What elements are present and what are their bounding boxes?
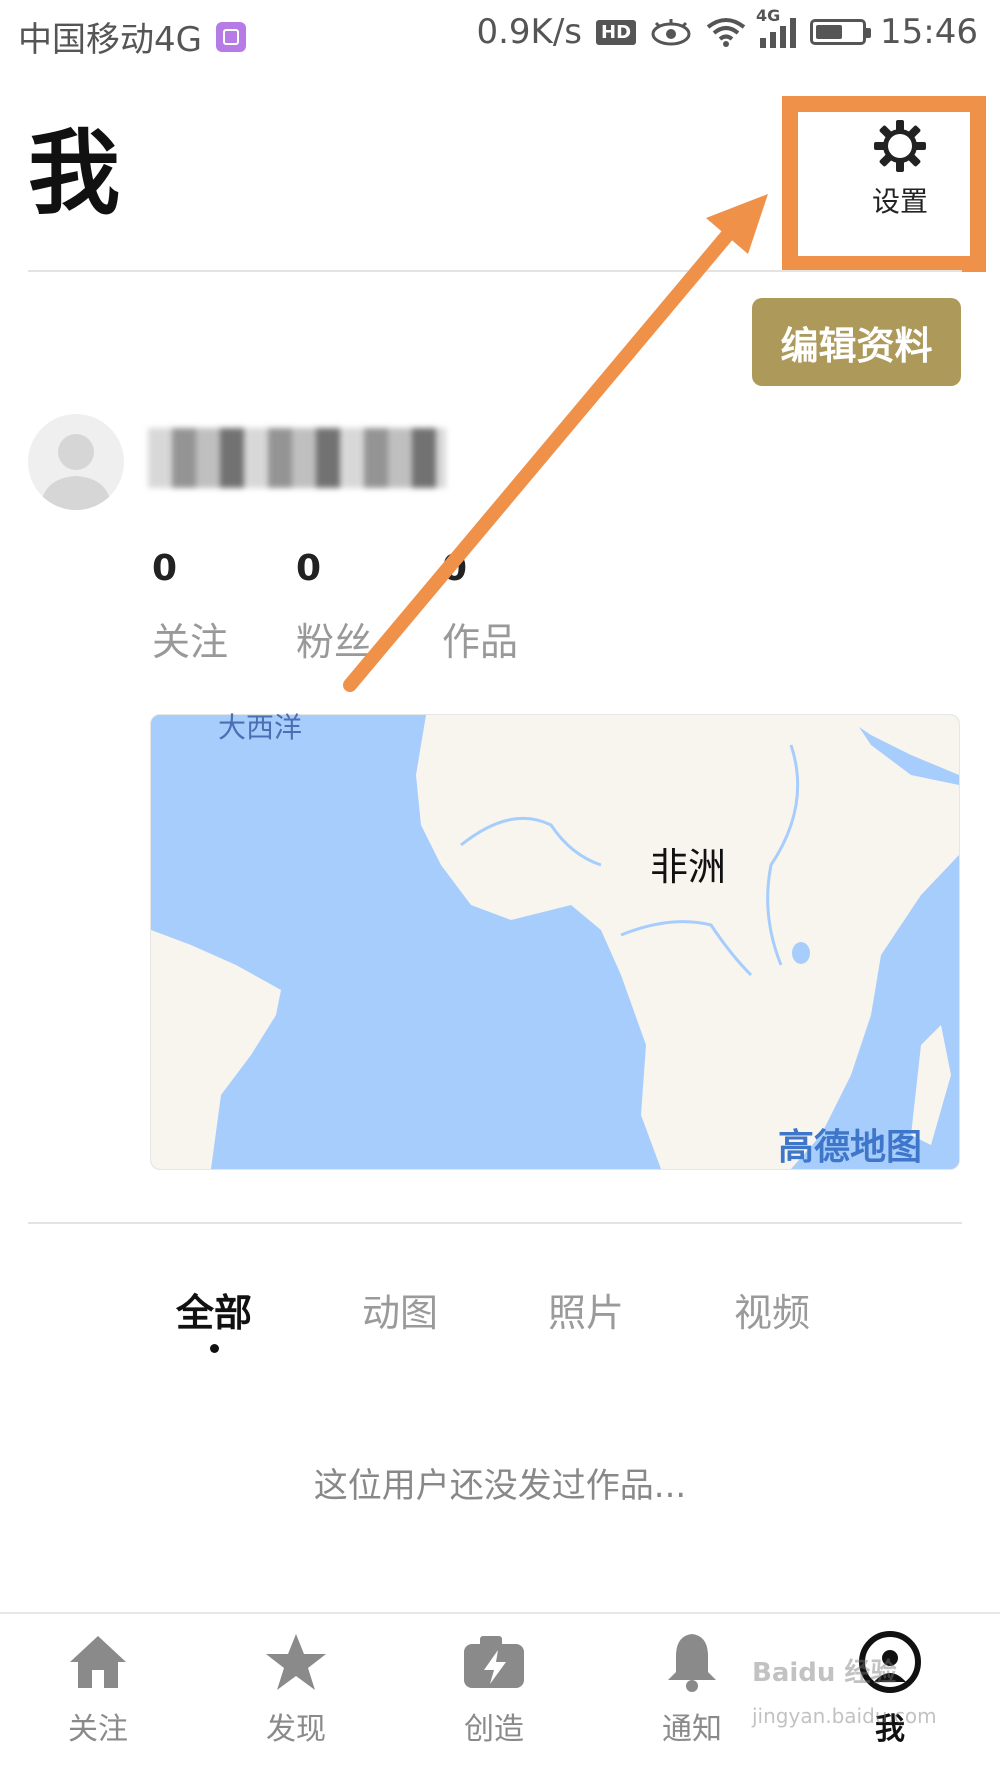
hd-icon: HD: [596, 19, 637, 45]
star-icon: [264, 1630, 328, 1694]
username-redacted: [148, 428, 446, 488]
battery-icon: [810, 19, 872, 45]
wifi-icon: [706, 18, 746, 47]
camera-bolt-icon: [462, 1630, 526, 1694]
clock: 15:46: [880, 12, 978, 52]
tab-videos[interactable]: 视频: [734, 1282, 810, 1337]
status-right: 0.9K/s HD 4G 15:46: [476, 6, 978, 52]
stat-followers[interactable]: 0 粉丝: [296, 548, 436, 666]
empty-state-message: 这位用户还没发过作品...: [313, 1466, 687, 1506]
nav-me[interactable]: 我: [830, 1630, 950, 1748]
nav-notifications[interactable]: 通知: [632, 1630, 752, 1748]
bottom-nav-divider: [0, 1612, 1000, 1614]
stat-works[interactable]: 0 作品: [442, 548, 582, 666]
map-brand-logo: 高德地图: [778, 1127, 923, 1168]
nav-follow[interactable]: 关注: [38, 1630, 158, 1748]
stat-label: 作品: [442, 620, 519, 664]
bell-icon: [660, 1630, 724, 1694]
gear-icon: [874, 120, 926, 172]
edit-profile-button[interactable]: 编辑资料: [752, 298, 961, 386]
tab-gifs[interactable]: 动图: [362, 1282, 438, 1337]
status-bar: 中国移动4G 0.9K/s HD 4G 15:46: [0, 0, 1000, 70]
settings-button[interactable]: 设置: [832, 118, 968, 238]
nav-label: 创造: [464, 1712, 524, 1747]
map-ocean-label: 大西洋: [218, 711, 303, 744]
header-divider: [28, 270, 962, 272]
home-icon: [66, 1630, 130, 1694]
gallery-icon: [215, 21, 246, 52]
tab-photos[interactable]: 照片: [548, 1282, 624, 1337]
eye-icon: [651, 19, 691, 46]
stat-label: 粉丝: [296, 620, 373, 664]
tab-all[interactable]: 全部: [176, 1282, 252, 1337]
nav-label: 通知: [662, 1712, 722, 1747]
carrier-label: 中国移动4G: [18, 20, 202, 60]
stat-following[interactable]: 0 关注: [152, 548, 292, 666]
location-map[interactable]: [150, 714, 960, 1170]
stat-value: 0: [296, 548, 322, 589]
map-land-shapes: [151, 715, 959, 1169]
nav-label: 关注: [68, 1712, 128, 1747]
settings-label: 设置: [871, 185, 928, 218]
page-title: 我: [28, 120, 121, 227]
network-speed: 0.9K/s: [476, 12, 582, 52]
nav-create[interactable]: 创造: [434, 1630, 554, 1748]
stat-value: 0: [442, 548, 468, 589]
active-tab-indicator: [210, 1344, 219, 1353]
map-region-label: 非洲: [650, 845, 727, 889]
signal-type: 4G: [756, 6, 781, 25]
watermark-url: jingyan.baidu.com: [752, 1704, 937, 1728]
nav-discover[interactable]: 发现: [236, 1630, 356, 1748]
stat-label: 关注: [152, 620, 229, 664]
signal-icon: 4G: [756, 6, 797, 48]
section-divider: [28, 1222, 962, 1224]
stat-value: 0: [152, 548, 178, 589]
watermark: Baidu 经验: [752, 1658, 897, 1688]
status-left: 中国移动4G: [18, 12, 246, 61]
nav-label: 发现: [266, 1712, 326, 1747]
default-avatar-icon: [40, 434, 112, 510]
avatar[interactable]: [28, 414, 124, 510]
